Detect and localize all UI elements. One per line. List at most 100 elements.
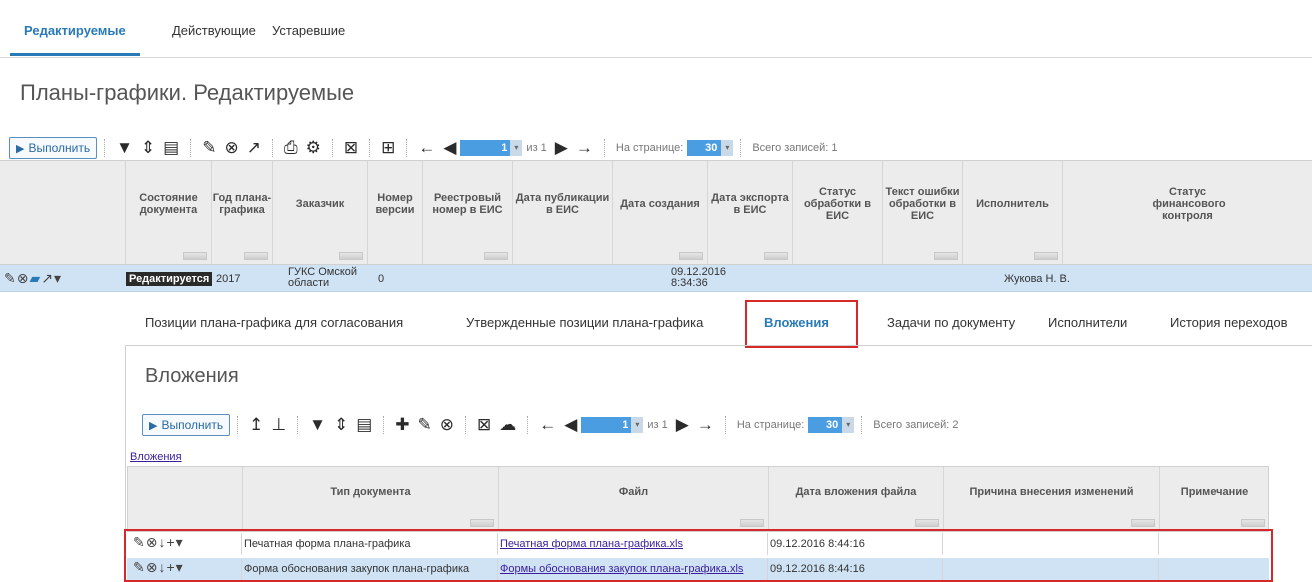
col-doc-state[interactable]: Состояние документа [125, 161, 211, 264]
col-change-reason[interactable]: Причина внесения изменений [943, 467, 1159, 531]
page-input[interactable]: 1 [581, 417, 632, 433]
row-action-icons: ✎⊗▰↗▾ [4, 270, 62, 287]
document-icon[interactable]: ▤ [356, 415, 372, 435]
edit-icon[interactable]: ✎ [202, 138, 216, 158]
excel-icon[interactable]: ⊠ [344, 138, 358, 158]
toolbar-separator [383, 416, 385, 434]
excel-icon[interactable]: ⊠ [477, 415, 491, 435]
col-registry-number[interactable]: Реестровый номер в ЕИС [422, 161, 512, 264]
attachments-grid-header: Тип документа Файл Дата вложения файла П… [127, 466, 1269, 532]
per-page-label: На странице: [736, 419, 805, 431]
toolbar-separator [465, 416, 467, 434]
col-executor[interactable]: Исполнитель [962, 161, 1062, 264]
top-tabs: Редактируемые Действующие Устаревшие [0, 0, 1312, 58]
page-title: Планы-графики. Редактируемые [20, 80, 355, 105]
export-icon[interactable]: ↗ [41, 270, 54, 286]
chevron-down-icon[interactable]: ▾ [54, 270, 62, 286]
prev-page-icon[interactable]: ◀ [564, 415, 577, 435]
highlight-box [745, 300, 858, 348]
first-page-icon[interactable]: ← [539, 415, 556, 435]
next-page-icon[interactable]: ▶ [555, 138, 568, 158]
per-page-select[interactable]: 30 [808, 417, 843, 433]
play-icon: ▶ [149, 419, 158, 432]
col-customer[interactable]: Заказчик [272, 161, 367, 264]
toolbar-separator [237, 416, 239, 434]
edit-icon[interactable]: ✎ [418, 415, 432, 435]
per-page-label: На странице: [615, 142, 684, 154]
col-fin-control-status[interactable]: Статус финансового контроля [1062, 161, 1312, 264]
toolbar-separator [527, 416, 529, 434]
active-tab-underline [10, 53, 140, 56]
col-year[interactable]: Год плана-графика [211, 161, 272, 264]
tab-editable[interactable]: Редактируемые [24, 23, 126, 38]
next-page-icon[interactable]: ▶ [676, 415, 689, 435]
toolbar-separator [271, 139, 273, 157]
cloud-download-icon[interactable]: ☁ [499, 415, 516, 435]
settings-icon[interactable]: ⚙ [306, 138, 321, 158]
add-icon[interactable]: ✚ [395, 415, 409, 435]
col-publish-date[interactable]: Дата публикации в ЕИС [512, 161, 612, 264]
run-button[interactable]: ▶ Выполнить [142, 414, 231, 436]
sort-icon[interactable]: ⇕ [141, 138, 155, 158]
per-page-select[interactable]: 30 [687, 140, 722, 156]
grid-header: Состояние документа Год плана-графика За… [0, 160, 1312, 265]
run-button[interactable]: ▶ Выполнить [9, 137, 98, 159]
col-doc-type[interactable]: Тип документа [242, 467, 498, 531]
page-input[interactable]: 1 [460, 140, 511, 156]
col-error-text[interactable]: Текст ошибки обработки в ЕИС [882, 161, 962, 264]
toolbar-separator [297, 416, 299, 434]
tab-tasks[interactable]: Задачи по документу [887, 315, 1015, 330]
col-version[interactable]: Номер версии [367, 161, 422, 264]
toolbar-separator [724, 416, 726, 434]
hierarchy-icon[interactable]: ⊥ [271, 415, 286, 435]
total-records: Всего записей: 1 [752, 142, 838, 154]
tab-active[interactable]: Действующие [172, 23, 256, 38]
toolbar-separator [190, 139, 192, 157]
sort-icon[interactable]: ⇕ [334, 415, 348, 435]
col-created-date[interactable]: Дата создания [612, 161, 707, 264]
upload-icon[interactable]: ↥ [249, 415, 263, 435]
col-export-date[interactable]: Дата экспорта в ЕИС [707, 161, 792, 264]
filter-icon[interactable]: ▼ [309, 415, 326, 435]
cell-executor: Жукова Н. В. [1004, 273, 1070, 285]
table-row[interactable]: ✎⊗▰↗▾ Редактируется 2017 ГУКС Омской обл… [0, 265, 1312, 292]
last-page-icon[interactable]: → [697, 415, 714, 435]
document-icon[interactable]: ▤ [163, 138, 179, 158]
map-icon[interactable]: ⊞ [381, 138, 395, 158]
cell-created-time: 8:34:36 [671, 277, 708, 289]
tab-executors[interactable]: Исполнители [1048, 315, 1127, 330]
tab-approved-positions[interactable]: Утвержденные позиции плана-графика [466, 315, 703, 330]
total-records: Всего записей: 2 [873, 419, 959, 431]
toolbar-separator [740, 139, 742, 157]
folder-icon[interactable]: ▰ [29, 270, 41, 286]
filter-icon[interactable]: ▼ [116, 138, 133, 158]
toolbar-separator [369, 139, 371, 157]
per-page-dropdown-icon[interactable]: ▾ [842, 417, 855, 433]
main-toolbar: ▶ Выполнить ▼ ⇕ ▤ ✎ ⊗ ↗ ⎙ ⚙ ⊠ ⊞ ← ◀ 1 ▾ и… [9, 136, 842, 160]
col-processing-status[interactable]: Статус обработки в ЕИС [792, 161, 882, 264]
tab-history[interactable]: История переходов [1170, 315, 1288, 330]
edit-icon[interactable]: ✎ [4, 270, 17, 286]
print-icon[interactable]: ⎙ [284, 138, 298, 158]
per-page-dropdown-icon[interactable]: ▾ [721, 140, 734, 156]
col-attach-date[interactable]: Дата вложения файла [768, 467, 943, 531]
page-of-label: из 1 [647, 419, 668, 431]
delete-icon[interactable]: ⊗ [440, 415, 454, 435]
page-dropdown-icon[interactable]: ▾ [510, 140, 523, 156]
tab-positions-approval[interactable]: Позиции плана-графика для согласования [145, 315, 403, 330]
tab-obsolete[interactable]: Устаревшие [272, 23, 345, 38]
last-page-icon[interactable]: → [576, 138, 593, 158]
run-button-label: Выполнить [28, 141, 91, 155]
export-icon[interactable]: ↗ [247, 138, 261, 158]
page-of-label: из 1 [526, 142, 547, 154]
delete-icon[interactable]: ⊗ [17, 270, 30, 286]
run-button-label: Выполнить [161, 418, 224, 432]
page-dropdown-icon[interactable]: ▾ [631, 417, 644, 433]
col-file[interactable]: Файл [498, 467, 768, 531]
delete-icon[interactable]: ⊗ [224, 138, 238, 158]
attachments-link[interactable]: Вложения [130, 451, 182, 463]
first-page-icon[interactable]: ← [418, 138, 435, 158]
prev-page-icon[interactable]: ◀ [443, 138, 456, 158]
col-note[interactable]: Примечание [1159, 467, 1269, 531]
cell-version: 0 [378, 273, 385, 285]
